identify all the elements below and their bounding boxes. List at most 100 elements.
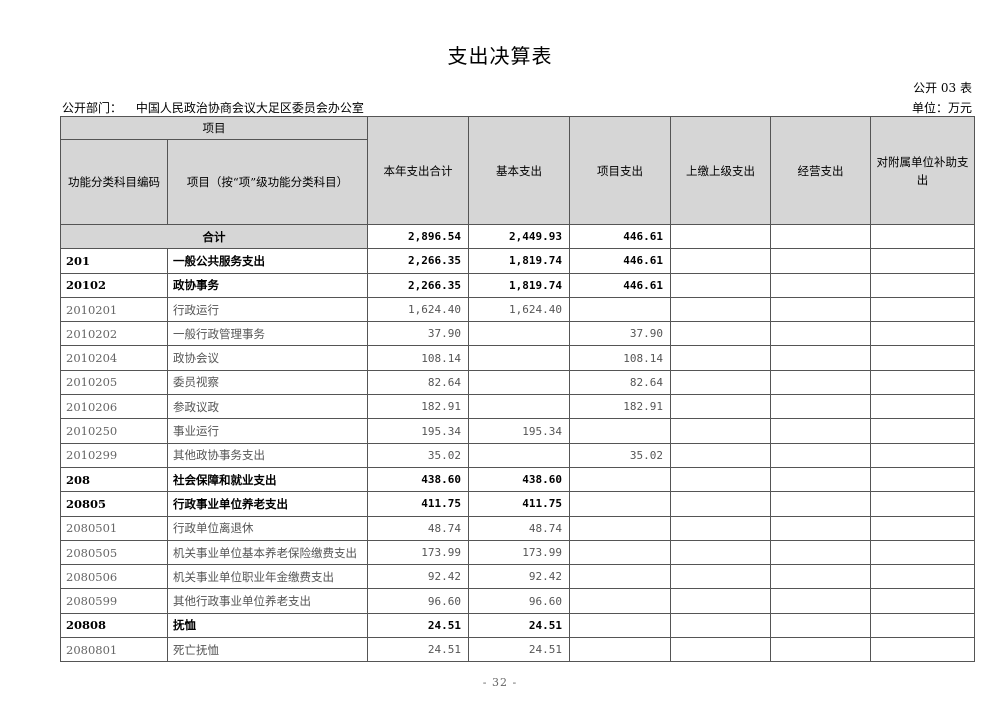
project-cell: 82.64 <box>569 369 671 396</box>
subsidy-cell <box>870 466 975 493</box>
business-cell <box>770 321 871 347</box>
name-cell: 机关事业单位职业年金缴费支出 <box>167 564 368 590</box>
basic-cell: 24.51 <box>468 637 570 663</box>
table-row: 20805 行政事业单位养老支出 411.75 411.75 <box>60 491 975 517</box>
total-cell: 411.75 <box>367 491 469 517</box>
department-line: 公开部门： 中国人民政治协商会议大足区委员会办公室 <box>62 99 364 116</box>
name-cell: 其他政协事务支出 <box>167 442 368 468</box>
header-project: 项目支出 <box>569 116 671 225</box>
basic-cell: 1,624.40 <box>468 296 570 323</box>
header-subsidy: 对附属单位补助支出 <box>870 116 975 225</box>
project-cell <box>569 491 671 517</box>
name-cell: 社会保障和就业支出 <box>167 466 368 493</box>
header-name: 项目（按“项”级功能分类科目） <box>167 139 368 225</box>
upper-cell <box>670 345 771 371</box>
total-cell: 1,624.40 <box>367 296 469 323</box>
subsidy-cell <box>870 321 975 347</box>
upper-cell <box>670 612 771 639</box>
subsidy-cell <box>870 564 975 590</box>
code-cell: 2010201 <box>60 296 168 323</box>
subsidy-cell <box>870 637 975 663</box>
total-cell: 82.64 <box>367 369 469 396</box>
project-cell: 446.61 <box>569 272 671 298</box>
code-cell: 2080801 <box>60 637 168 663</box>
project-cell: 182.91 <box>569 394 671 420</box>
basic-cell: 438.60 <box>468 466 570 493</box>
basic-cell: 1,819.74 <box>468 248 570 274</box>
name-cell: 一般公共服务支出 <box>167 248 368 274</box>
table-row: 20808 抚恤 24.51 24.51 <box>60 612 975 639</box>
table-row: 2080505 机关事业单位基本养老保险缴费支出 173.99 173.99 <box>60 539 975 566</box>
code-cell: 201 <box>60 248 168 274</box>
unit-label: 单位：万元 <box>911 101 972 115</box>
total-cell: 92.42 <box>367 564 469 590</box>
business-cell <box>770 418 871 444</box>
project-cell <box>569 418 671 444</box>
name-cell: 政协事务 <box>167 272 368 298</box>
subsidy-cell <box>870 394 975 420</box>
table-row: 2080506 机关事业单位职业年金缴费支出 92.42 92.42 <box>60 564 975 590</box>
name-cell: 机关事业单位基本养老保险缴费支出 <box>167 539 368 566</box>
upper-cell <box>670 491 771 517</box>
name-cell: 行政事业单位养老支出 <box>167 491 368 517</box>
header-upper: 上缴上级支出 <box>670 116 771 225</box>
project-cell: 37.90 <box>569 321 671 347</box>
subsidy-cell <box>870 588 975 614</box>
table-row: 2080599 其他行政事业单位养老支出 96.60 96.60 <box>60 588 975 614</box>
table-row: 2010202 一般行政管理事务 37.90 37.90 <box>60 321 975 347</box>
code-cell: 2010204 <box>60 345 168 371</box>
code-cell: 20102 <box>60 272 168 298</box>
upper-cell <box>670 564 771 590</box>
name-cell: 政协会议 <box>167 345 368 371</box>
upper-cell <box>670 394 771 420</box>
total-project: 446.61 <box>569 223 671 250</box>
code-cell: 2080599 <box>60 588 168 614</box>
header-item-group: 项目 <box>60 116 368 140</box>
total-cell: 37.90 <box>367 321 469 347</box>
total-label: 合计 <box>60 223 368 250</box>
business-cell <box>770 345 871 371</box>
project-cell <box>569 637 671 663</box>
total-cell: 24.51 <box>367 612 469 639</box>
header-code: 功能分类科目编码 <box>60 139 168 225</box>
upper-cell <box>670 321 771 347</box>
subsidy-cell <box>870 515 975 541</box>
table-row: 2010250 事业运行 195.34 195.34 <box>60 418 975 444</box>
subsidy-cell <box>870 442 975 468</box>
code-cell: 20808 <box>60 612 168 639</box>
code-cell: 2010205 <box>60 369 168 396</box>
total-cell: 182.91 <box>367 394 469 420</box>
code-cell: 2010299 <box>60 442 168 468</box>
basic-cell <box>468 394 570 420</box>
total-row: 合计 2,896.54 2,449.93 446.61 <box>60 223 975 250</box>
total-cell: 173.99 <box>367 539 469 566</box>
business-cell <box>770 272 871 298</box>
total-business <box>770 223 871 250</box>
business-cell <box>770 369 871 396</box>
business-cell <box>770 248 871 274</box>
basic-cell: 1,819.74 <box>468 272 570 298</box>
business-cell <box>770 515 871 541</box>
total-cell: 96.60 <box>367 588 469 614</box>
upper-cell <box>670 515 771 541</box>
table-row: 2080501 行政单位离退休 48.74 48.74 <box>60 515 975 541</box>
project-cell <box>569 466 671 493</box>
project-cell <box>569 539 671 566</box>
header-business: 经营支出 <box>770 116 871 225</box>
project-cell <box>569 564 671 590</box>
subsidy-cell <box>870 612 975 639</box>
subsidy-cell <box>870 296 975 323</box>
subsidy-cell <box>870 539 975 566</box>
code-cell: 20805 <box>60 491 168 517</box>
upper-cell <box>670 369 771 396</box>
table-row: 208 社会保障和就业支出 438.60 438.60 <box>60 466 975 493</box>
table-row: 2010205 委员视察 82.64 82.64 <box>60 369 975 396</box>
table-row: 2010204 政协会议 108.14 108.14 <box>60 345 975 371</box>
subsidy-cell <box>870 369 975 396</box>
form-number: 公开 03 表 <box>913 81 972 95</box>
table-row: 2010206 参政议政 182.91 182.91 <box>60 394 975 420</box>
upper-cell <box>670 466 771 493</box>
department-name: 中国人民政治协商会议大足区委员会办公室 <box>135 101 364 115</box>
basic-cell: 24.51 <box>468 612 570 639</box>
business-cell <box>770 539 871 566</box>
